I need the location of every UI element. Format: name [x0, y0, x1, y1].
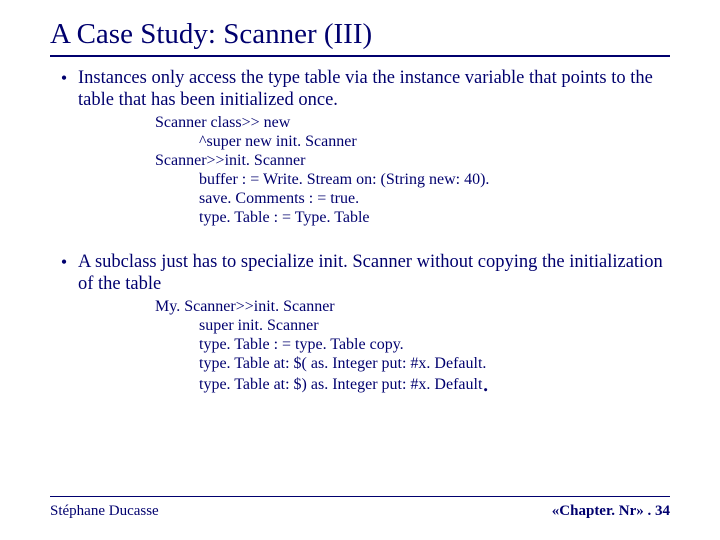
- code-line: type. Table at: $( as. Integer put: #x. …: [155, 354, 670, 373]
- code-line: Scanner>>init. Scanner: [155, 151, 670, 170]
- footer-author: Stéphane Ducasse: [50, 503, 159, 520]
- code-line: My. Scanner>>init. Scanner: [155, 297, 670, 316]
- slide-title: A Case Study: Scanner (III): [50, 18, 670, 51]
- footer: Stéphane Ducasse «Chapter. Nr» . 34: [50, 496, 670, 520]
- code-line: Scanner class>> new: [155, 113, 670, 132]
- code-line: type. Table : = Type. Table: [155, 208, 670, 227]
- spacer: [50, 227, 670, 245]
- bullet-text: Instances only access the type table via…: [78, 67, 670, 111]
- bullet-dot: •: [50, 67, 78, 89]
- footer-page: «Chapter. Nr» . 34: [552, 503, 670, 520]
- title-rule: [50, 55, 670, 57]
- code-block: Scanner class>> new ^super new init. Sca…: [155, 113, 670, 227]
- code-block: My. Scanner>>init. Scanner super init. S…: [155, 297, 670, 394]
- code-line: type. Table at: $) as. Integer put: #x. …: [155, 373, 670, 394]
- code-line: super init. Scanner: [155, 316, 670, 335]
- bullet-item: • A subclass just has to specialize init…: [50, 251, 670, 295]
- trailing-period: .: [482, 368, 489, 397]
- slide: A Case Study: Scanner (III) • Instances …: [0, 0, 720, 540]
- footer-rule: [50, 496, 670, 497]
- footer-row: Stéphane Ducasse «Chapter. Nr» . 34: [50, 503, 670, 520]
- code-line: ^super new init. Scanner: [155, 132, 670, 151]
- code-line: save. Comments : = true.: [155, 189, 670, 208]
- code-text: type. Table at: $) as. Integer put: #x. …: [155, 376, 482, 393]
- bullet-text: A subclass just has to specialize init. …: [78, 251, 670, 295]
- code-line: type. Table : = type. Table copy.: [155, 335, 670, 354]
- code-line: buffer : = Write. Stream on: (String new…: [155, 170, 670, 189]
- bullet-item: • Instances only access the type table v…: [50, 67, 670, 111]
- bullet-dot: •: [50, 251, 78, 273]
